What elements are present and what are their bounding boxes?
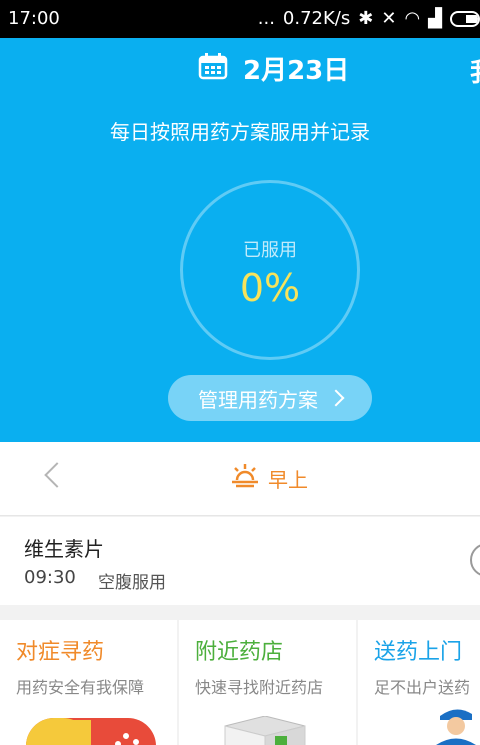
- card-title: 送药上门: [374, 640, 463, 665]
- network-speed: 0.72K/s: [282, 8, 351, 29]
- wifi-icon: ◠: [404, 8, 421, 29]
- battery-icon: [450, 10, 480, 27]
- vibrate-icon: ✕: [381, 8, 397, 29]
- card-nearby-pharmacy[interactable]: 附近药店 快速寻找附近药店: [179, 620, 356, 745]
- current-date[interactable]: 2月23日: [243, 50, 349, 87]
- signal-icon: ▟: [428, 8, 442, 29]
- feature-cards: 对症寻药 用药安全有我保障 附近药店 快速寻找附近药店 送药上门 足不出户送药: [0, 620, 480, 745]
- card-subtitle: 用药安全有我保障: [16, 678, 145, 697]
- status-icons: ... 0.72K/s ✱ ✕ ◠ ▟: [258, 8, 480, 29]
- header-right-action[interactable]: 我: [470, 52, 480, 89]
- calendar-icon[interactable]: [198, 52, 228, 80]
- card-title: 对症寻药: [16, 640, 105, 665]
- card-delivery[interactable]: 送药上门 足不出户送药: [358, 620, 480, 745]
- more-dots: ...: [257, 8, 275, 29]
- progress-value: 0%: [239, 266, 301, 310]
- chevron-right-icon: [327, 389, 345, 407]
- status-bar: 17:00 ... 0.72K/s ✱ ✕ ◠ ▟: [0, 0, 480, 38]
- medicine-note: 空腹服用: [98, 573, 166, 593]
- header-subtitle: 每日按照用药方案服用并记录: [110, 120, 370, 144]
- delivery-person-icon: [436, 709, 476, 745]
- card-subtitle: 快速寻找附近药店: [195, 678, 324, 697]
- sunrise-icon: [232, 464, 258, 488]
- manage-plan-button[interactable]: 管理用药方案: [168, 375, 372, 421]
- period-label: 早上: [268, 468, 308, 492]
- capsule-icon: [26, 718, 156, 745]
- medicine-list-item[interactable]: 维生素片 09:30 空腹服用: [0, 517, 480, 605]
- card-symptom-search[interactable]: 对症寻药 用药安全有我保障: [0, 620, 177, 745]
- bluetooth-icon: ✱: [358, 8, 374, 29]
- status-time: 17:00: [8, 8, 60, 29]
- card-title: 附近药店: [195, 640, 284, 665]
- pharmacy-box-icon: [224, 716, 306, 745]
- manage-plan-label: 管理用药方案: [198, 387, 318, 412]
- taken-checkbox[interactable]: [470, 543, 480, 577]
- period-selector: 早上: [0, 442, 480, 516]
- medication-header: 2月23日 我 每日按照用药方案服用并记录 已服用 0% 管理用药方案: [0, 38, 480, 442]
- progress-label: 已服用: [243, 240, 297, 261]
- card-subtitle: 足不出户送药: [374, 678, 471, 697]
- medicine-time: 09:30: [24, 567, 76, 588]
- chevron-left-icon[interactable]: [44, 462, 70, 488]
- medicine-name: 维生素片: [24, 537, 104, 561]
